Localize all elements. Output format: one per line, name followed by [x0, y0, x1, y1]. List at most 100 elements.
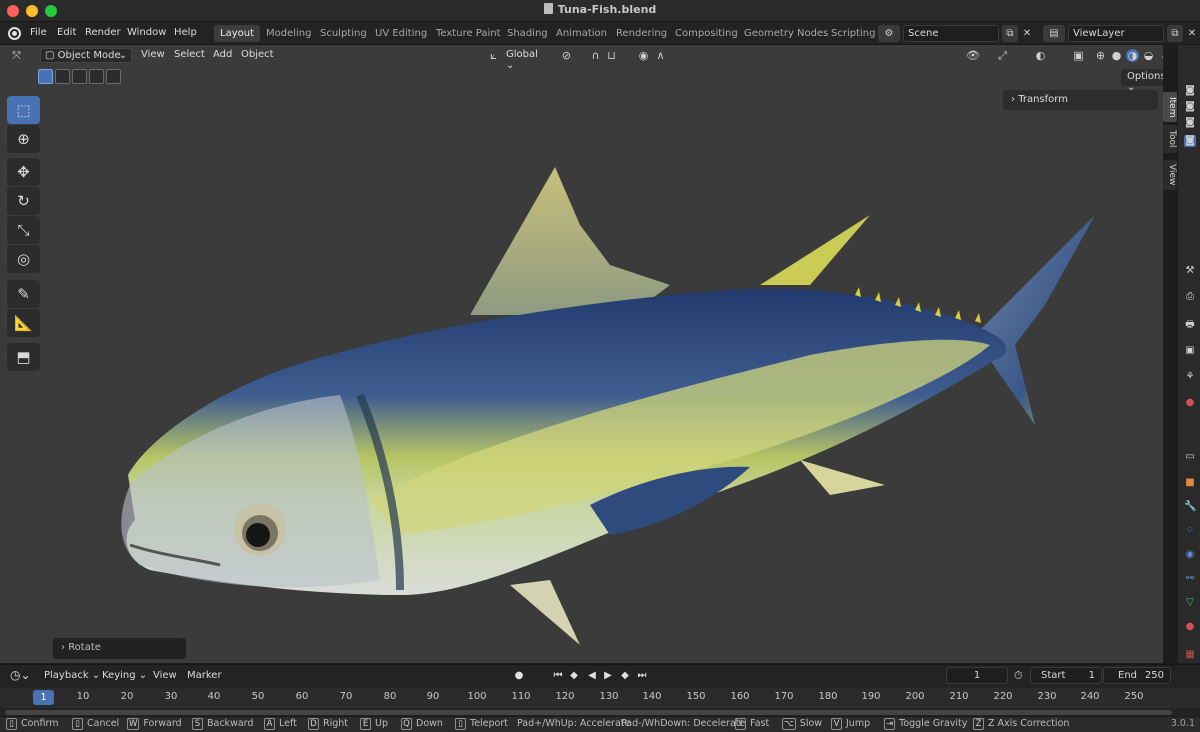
modifier-properties-icon[interactable]: 🔧: [1184, 501, 1196, 513]
menu-window[interactable]: Window: [127, 27, 166, 38]
new-scene-icon[interactable]: ⧉: [1002, 25, 1018, 42]
shading-rendered-icon[interactable]: ◒: [1142, 49, 1155, 62]
camera-icon[interactable]: ◙: [1184, 117, 1196, 129]
shading-material-icon[interactable]: ◑: [1126, 49, 1139, 62]
menu-select[interactable]: Select: [170, 48, 209, 63]
texture-properties-icon[interactable]: ▦: [1184, 649, 1196, 661]
xray-icon[interactable]: ▣: [1072, 49, 1085, 62]
record-icon[interactable]: ●: [512, 669, 526, 683]
timeline-scrollbar[interactable]: [5, 710, 1172, 715]
tab-animation[interactable]: Animation: [550, 25, 613, 42]
particle-properties-icon[interactable]: ⁘: [1184, 525, 1196, 537]
move-tool-icon[interactable]: ✥: [7, 158, 40, 186]
select-invert-icon[interactable]: [89, 69, 104, 84]
delete-view-layer-icon[interactable]: ✕: [1184, 25, 1200, 42]
scene-selector-icon[interactable]: ⚙: [878, 25, 900, 42]
view-layer-properties-icon[interactable]: ▣: [1184, 345, 1196, 357]
camera-icon[interactable]: ◙: [1184, 101, 1196, 113]
tool-properties-icon[interactable]: ⚒: [1184, 265, 1196, 277]
jump-start-icon[interactable]: ⏮: [551, 669, 565, 683]
mode-dropdown[interactable]: ▢ Object Mode ⌄: [40, 48, 132, 63]
tab-shading[interactable]: Shading: [501, 25, 554, 42]
output-properties-icon[interactable]: 🖶: [1184, 319, 1196, 331]
gizmo-icon[interactable]: ⤢: [996, 49, 1009, 62]
shading-options-icon[interactable]: ⌄: [1158, 49, 1163, 62]
last-operator-panel[interactable]: › Rotate: [53, 638, 186, 659]
visibility-icon[interactable]: 👁: [966, 49, 980, 62]
play-icon[interactable]: ▶: [601, 669, 615, 683]
tab-tool[interactable]: Tool: [1163, 125, 1177, 153]
3d-viewport[interactable]: ⤧ ▢ Object Mode ⌄ View Select Add Object …: [0, 45, 1163, 663]
menu-object[interactable]: Object: [237, 48, 278, 63]
stopwatch-icon[interactable]: ⏱: [1014, 669, 1023, 683]
snap-target-icon[interactable]: ⊔: [605, 49, 618, 62]
delete-scene-icon[interactable]: ✕: [1019, 25, 1035, 42]
tab-compositing[interactable]: Compositing: [669, 25, 744, 42]
tab-rendering[interactable]: Rendering: [610, 25, 673, 42]
annotate-tool-icon[interactable]: ✎: [7, 280, 40, 308]
scene-properties-icon[interactable]: ⚘: [1184, 371, 1196, 383]
cursor-tool-icon[interactable]: ⊕: [7, 125, 40, 153]
tab-scripting[interactable]: Scripting: [825, 25, 881, 42]
frame-ruler[interactable]: 1 10 20 30 40 50 60 70 80 90 100 110 120…: [0, 688, 1200, 708]
options-dropdown[interactable]: Options ⌄: [1121, 69, 1163, 93]
menu-playback[interactable]: Playback ⌄: [44, 670, 100, 681]
menu-marker[interactable]: Marker: [187, 670, 222, 681]
tab-geometry-nodes[interactable]: Geometry Nodes: [738, 25, 834, 42]
blender-logo-icon[interactable]: [8, 27, 21, 40]
editor-type-icon[interactable]: ⤧: [10, 49, 23, 62]
end-frame-field[interactable]: End 250: [1103, 667, 1171, 684]
shading-solid-icon[interactable]: ●: [1110, 49, 1123, 62]
tuna-fish-model[interactable]: [110, 155, 1120, 655]
menu-view[interactable]: View: [137, 48, 169, 63]
proportional-edit-icon[interactable]: ◉: [637, 49, 650, 62]
select-set-icon[interactable]: [38, 69, 53, 84]
overlays-icon[interactable]: ◐: [1034, 49, 1047, 62]
scene-field[interactable]: Scene: [903, 25, 999, 42]
menu-keying[interactable]: Keying ⌄: [102, 670, 147, 681]
tab-layout[interactable]: Layout: [214, 25, 260, 42]
menu-add[interactable]: Add: [209, 48, 236, 63]
view-layer-field[interactable]: ViewLayer: [1068, 25, 1164, 42]
menu-file[interactable]: File: [30, 27, 47, 38]
next-keyframe-icon[interactable]: ◆: [618, 669, 632, 683]
shading-wireframe-icon[interactable]: ⊕: [1094, 49, 1107, 62]
transform-panel[interactable]: › Transform: [1003, 90, 1158, 110]
measure-tool-icon[interactable]: 📐: [7, 309, 40, 337]
new-view-layer-icon[interactable]: ⧉: [1167, 25, 1183, 42]
constraint-properties-icon[interactable]: ⚯: [1184, 573, 1196, 585]
scale-tool-icon[interactable]: ⤡: [7, 216, 40, 244]
render-properties-icon[interactable]: ⎙: [1184, 291, 1196, 303]
camera-icon[interactable]: ◙: [1184, 85, 1196, 97]
object-properties-icon[interactable]: ■: [1184, 477, 1196, 489]
current-frame-field[interactable]: 1: [946, 667, 1008, 684]
prev-keyframe-icon[interactable]: ◆: [567, 669, 581, 683]
editor-type-clock-icon[interactable]: ◷⌄: [10, 668, 31, 682]
tab-modeling[interactable]: Modeling: [260, 25, 318, 42]
camera-view-icon[interactable]: ◙: [1184, 135, 1196, 147]
physics-properties-icon[interactable]: ◉: [1184, 549, 1196, 561]
menu-render[interactable]: Render: [85, 27, 121, 38]
menu-timeline-view[interactable]: View: [153, 670, 177, 681]
tab-item[interactable]: Item: [1163, 92, 1177, 122]
collection-properties-icon[interactable]: ▭: [1184, 451, 1196, 463]
add-cube-tool-icon[interactable]: ⬒: [7, 343, 40, 371]
menu-help[interactable]: Help: [174, 27, 197, 38]
select-subtract-icon[interactable]: [72, 69, 87, 84]
tab-view[interactable]: View: [1163, 160, 1177, 190]
select-intersect-icon[interactable]: [106, 69, 121, 84]
start-frame-field[interactable]: Start 1: [1030, 667, 1102, 684]
transform-tool-icon[interactable]: ◎: [7, 245, 40, 273]
tab-uv-editing[interactable]: UV Editing: [369, 25, 433, 42]
select-extend-icon[interactable]: [55, 69, 70, 84]
select-box-tool-icon[interactable]: ⬚: [7, 96, 40, 124]
playhead[interactable]: 1: [33, 690, 54, 705]
tab-sculpting[interactable]: Sculpting: [314, 25, 373, 42]
data-properties-icon[interactable]: ▽: [1184, 597, 1196, 609]
rotate-tool-icon[interactable]: ↻: [7, 187, 40, 215]
world-properties-icon[interactable]: ●: [1184, 397, 1196, 409]
tab-texture-paint[interactable]: Texture Paint: [430, 25, 507, 42]
orientation-dropdown[interactable]: Global ⌄: [502, 48, 550, 71]
jump-end-icon[interactable]: ⏭: [635, 669, 649, 683]
pivot-point-icon[interactable]: ⊘: [560, 49, 573, 62]
